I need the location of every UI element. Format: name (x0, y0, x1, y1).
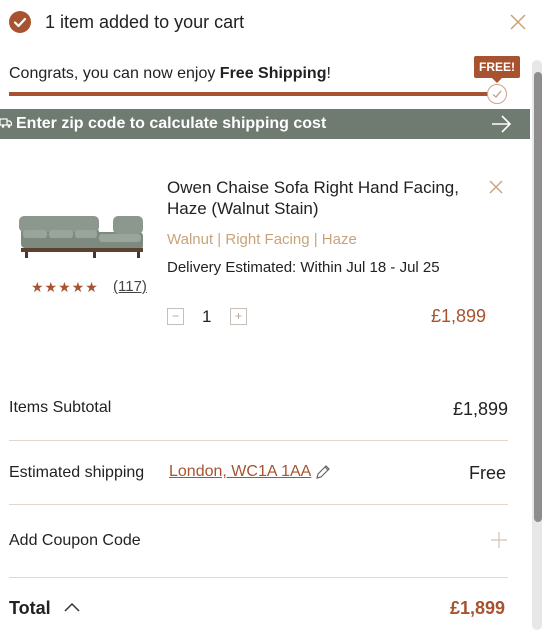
close-icon[interactable] (508, 12, 528, 32)
divider (9, 504, 508, 505)
total-label[interactable]: Total (9, 598, 51, 619)
shipping-value: Free (469, 463, 507, 483)
remove-item-icon[interactable] (488, 179, 504, 195)
divider (9, 577, 508, 578)
total-value: £1,899 (450, 598, 506, 618)
check-circle-icon (9, 11, 31, 33)
product-name[interactable]: Owen Chaise Sofa Right Hand Facing, Haze… (167, 177, 467, 219)
product-price: £1,899 (431, 306, 487, 326)
free-badge: FREE! (474, 56, 520, 83)
product-variant: Walnut | Right Facing | Haze (167, 231, 357, 248)
pencil-icon[interactable] (314, 463, 332, 481)
zip-code-label: Enter zip code to calculate shipping cos… (16, 115, 327, 132)
subtotal-value: £1,899 (453, 399, 509, 419)
shipping-location-link[interactable]: London, WC1A 1AA (169, 463, 311, 481)
quantity-value: 1 (202, 307, 212, 326)
plus-icon[interactable] (490, 531, 508, 549)
shipping-label: Estimated shipping (9, 464, 145, 481)
rating-stars: ★★★★★ (31, 279, 99, 295)
progress-check-icon (487, 84, 507, 104)
delivery-estimate: Delivery Estimated: Within Jul 18 - Jul … (167, 259, 440, 276)
divider (9, 440, 508, 441)
truck-icon (0, 118, 12, 128)
quantity-increase-button[interactable]: + (230, 308, 247, 325)
arrow-right-icon[interactable] (490, 114, 512, 134)
scrollbar-thumb[interactable] (534, 72, 542, 522)
zip-code-bar[interactable]: Enter zip code to calculate shipping cos… (0, 109, 530, 139)
shipping-progress-bar (9, 92, 499, 96)
cart-added-message: 1 item added to your cart (45, 12, 245, 32)
chevron-up-icon[interactable] (63, 600, 81, 614)
quantity-decrease-button[interactable]: − (167, 308, 184, 325)
product-image[interactable] (17, 206, 147, 266)
subtotal-label: Items Subtotal (9, 399, 112, 416)
coupon-label[interactable]: Add Coupon Code (9, 532, 141, 550)
shipping-progress-fill (9, 92, 499, 96)
cart-added-header: 1 item added to your cart (0, 0, 542, 44)
review-count-link[interactable]: (117) (113, 278, 147, 295)
free-shipping-message: Congrats, you can now enjoy Free Shippin… (9, 65, 331, 82)
